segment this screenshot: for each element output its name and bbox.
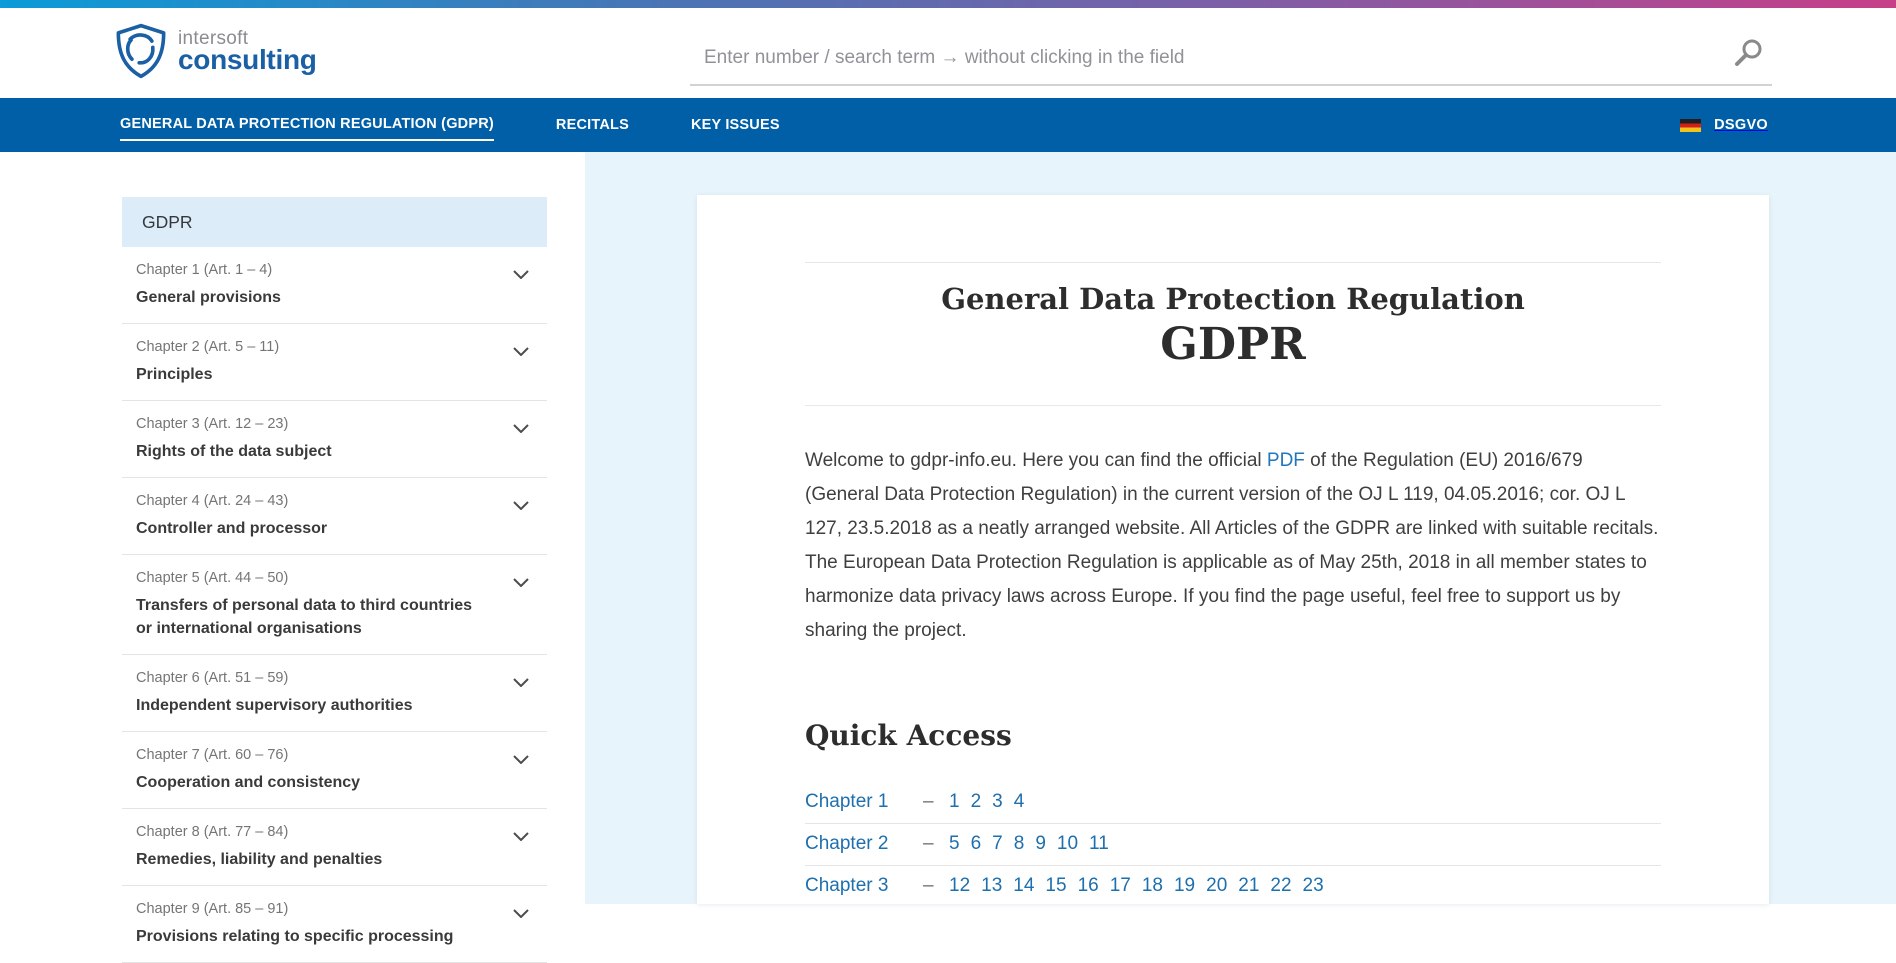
chapter-title: Controller and processor <box>136 517 513 540</box>
sidebar-title-gdpr[interactable]: GDPR <box>122 197 547 247</box>
quick-access-article-link[interactable]: 15 <box>1045 875 1066 896</box>
sidebar-item-chapter-1[interactable]: Chapter 1 (Art. 1 – 4) General provision… <box>122 247 547 324</box>
search-bar <box>690 32 1772 86</box>
sidebar-item-chapter-9[interactable]: Chapter 9 (Art. 85 – 91) Provisions rela… <box>122 886 547 963</box>
pdf-link[interactable]: PDF <box>1267 450 1305 471</box>
chapter-label: Chapter 7 (Art. 60 – 76) <box>136 745 513 765</box>
quick-access-article-link[interactable]: 14 <box>1013 875 1034 896</box>
quick-access-heading: Quick Access <box>805 718 1661 754</box>
language-switcher[interactable]: DSGVO <box>1680 117 1768 133</box>
chapter-label: Chapter 3 (Art. 12 – 23) <box>136 414 513 434</box>
chevron-down-icon <box>513 578 529 587</box>
divider <box>805 405 1661 406</box>
quick-access-article-link[interactable]: 5 <box>949 833 960 854</box>
quick-access-article-link[interactable]: 9 <box>1035 833 1046 854</box>
german-flag-icon <box>1680 119 1701 132</box>
shield-swirl-icon <box>112 22 170 80</box>
chapter-label: Chapter 1 (Art. 1 – 4) <box>136 260 513 280</box>
chevron-down-icon <box>513 501 529 510</box>
chapter-sidebar: GDPR Chapter 1 (Art. 1 – 4) General prov… <box>122 197 547 963</box>
quick-access-article-link[interactable]: 21 <box>1238 875 1259 896</box>
chapter-label: Chapter 9 (Art. 85 – 91) <box>136 899 513 919</box>
quick-access-article-link[interactable]: 8 <box>1014 833 1025 854</box>
quick-access-article-link[interactable]: 6 <box>971 833 982 854</box>
sidebar-item-chapter-6[interactable]: Chapter 6 (Art. 51 – 59) Independent sup… <box>122 655 547 732</box>
chapter-label: Chapter 5 (Art. 44 – 50) <box>136 568 513 588</box>
nav-item-recitals[interactable]: RECITALS <box>556 111 629 140</box>
sidebar-item-chapter-7[interactable]: Chapter 7 (Art. 60 – 76) Cooperation and… <box>122 732 547 809</box>
site-header: intersoft consulting <box>0 8 1896 98</box>
nav-item-gdpr[interactable]: GENERAL DATA PROTECTION REGULATION (GDPR… <box>120 110 494 141</box>
sidebar-item-chapter-8[interactable]: Chapter 8 (Art. 77 – 84) Remedies, liabi… <box>122 809 547 886</box>
quick-access-row-chapter-1: Chapter 1 – 1234 <box>805 782 1661 824</box>
quick-access-article-link[interactable]: 23 <box>1303 875 1324 896</box>
chapter-label: Chapter 6 (Art. 51 – 59) <box>136 668 513 688</box>
chapter-title: Transfers of personal data to third coun… <box>136 594 513 640</box>
quick-access-article-link[interactable]: 19 <box>1174 875 1195 896</box>
search-button[interactable] <box>1732 36 1772 81</box>
logo[interactable]: intersoft consulting <box>112 22 317 80</box>
article-links: 1234 <box>949 791 1035 813</box>
dash-separator: – <box>923 791 949 813</box>
chapter-title: Rights of the data subject <box>136 440 513 463</box>
quick-access-article-link[interactable]: 3 <box>992 791 1003 812</box>
quick-access-article-link[interactable]: 13 <box>981 875 1002 896</box>
chapter-title: General provisions <box>136 286 513 309</box>
chapter-title: Provisions relating to specific processi… <box>136 925 513 948</box>
sidebar-item-chapter-2[interactable]: Chapter 2 (Art. 5 – 11) Principles <box>122 324 547 401</box>
quick-access-chapter-link[interactable]: Chapter 3 <box>805 875 923 897</box>
chevron-down-icon <box>513 347 529 356</box>
quick-access-article-link[interactable]: 12 <box>949 875 970 896</box>
chevron-down-icon <box>513 755 529 764</box>
quick-access-article-link[interactable]: 18 <box>1142 875 1163 896</box>
quick-access-chapter-link[interactable]: Chapter 1 <box>805 791 923 813</box>
sidebar-item-chapter-4[interactable]: Chapter 4 (Art. 24 – 43) Controller and … <box>122 478 547 555</box>
chevron-down-icon <box>513 909 529 918</box>
quick-access-article-link[interactable]: 4 <box>1014 791 1025 812</box>
page-title-gdpr: GDPR <box>805 319 1661 371</box>
page-title: General Data Protection Regulation <box>805 281 1661 317</box>
language-label: DSGVO <box>1714 117 1768 133</box>
chevron-down-icon <box>513 832 529 841</box>
dash-separator: – <box>923 875 949 897</box>
main-navigation: GENERAL DATA PROTECTION REGULATION (GDPR… <box>0 98 1896 152</box>
magnifier-icon <box>1732 36 1766 70</box>
quick-access-article-link[interactable]: 1 <box>949 791 960 812</box>
chapter-label: Chapter 4 (Art. 24 – 43) <box>136 491 513 511</box>
divider <box>805 262 1661 263</box>
chevron-down-icon <box>513 270 529 279</box>
search-input[interactable] <box>690 47 1732 69</box>
quick-access-table: Chapter 1 – 1234 Chapter 2 – 567891011 C… <box>805 782 1661 904</box>
main-content-card: General Data Protection Regulation GDPR … <box>697 195 1769 904</box>
intro-paragraph: Welcome to gdpr-info.eu. Here you can fi… <box>805 444 1661 648</box>
chapter-title: Cooperation and consistency <box>136 771 513 794</box>
quick-access-article-link[interactable]: 7 <box>992 833 1003 854</box>
sidebar-item-chapter-3[interactable]: Chapter 3 (Art. 12 – 23) Rights of the d… <box>122 401 547 478</box>
quick-access-row-chapter-3: Chapter 3 – 12 13 14 15 16 17 18 19 20 21 22 23 <box>805 866 1661 904</box>
chapter-title: Remedies, liability and penalties <box>136 848 513 871</box>
quick-access-article-link[interactable]: 10 <box>1057 833 1078 854</box>
article-links: 12 13 14 15 16 17 18 19 20 21 22 23 <box>949 875 1335 897</box>
quick-access-article-link[interactable]: 20 <box>1206 875 1227 896</box>
chapter-label: Chapter 8 (Art. 77 – 84) <box>136 822 513 842</box>
sidebar-item-chapter-5[interactable]: Chapter 5 (Art. 44 – 50) Transfers of pe… <box>122 555 547 655</box>
quick-access-article-link[interactable]: 22 <box>1270 875 1291 896</box>
chapter-title: Principles <box>136 363 513 386</box>
dash-separator: – <box>923 833 949 855</box>
quick-access-article-link[interactable]: 2 <box>971 791 982 812</box>
quick-access-chapter-link[interactable]: Chapter 2 <box>805 833 923 855</box>
quick-access-article-link[interactable]: 16 <box>1078 875 1099 896</box>
quick-access-article-link[interactable]: 11 <box>1089 833 1109 854</box>
quick-access-row-chapter-2: Chapter 2 – 56789 10 11 <box>805 824 1661 866</box>
chapter-title: Independent supervisory authorities <box>136 694 513 717</box>
chapter-label: Chapter 2 (Art. 5 – 11) <box>136 337 513 357</box>
quick-access-article-link[interactable]: 17 <box>1110 875 1131 896</box>
logo-text-consulting: consulting <box>178 46 317 74</box>
nav-item-key-issues[interactable]: KEY ISSUES <box>691 111 780 140</box>
chevron-down-icon <box>513 424 529 433</box>
article-links: 56789 10 11 <box>949 833 1120 855</box>
chevron-down-icon <box>513 678 529 687</box>
top-gradient-bar <box>0 0 1896 8</box>
